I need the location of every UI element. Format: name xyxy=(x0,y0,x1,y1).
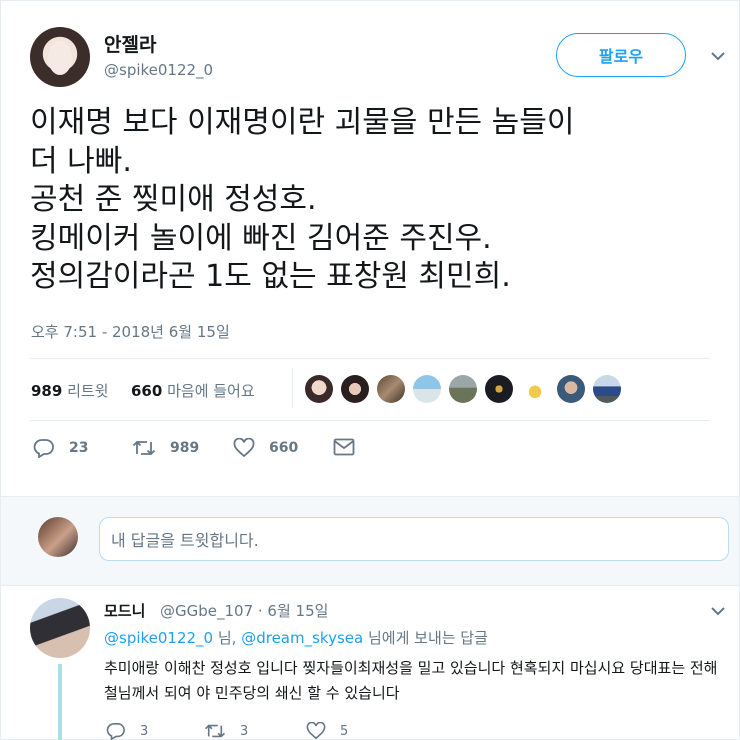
liker-avatar[interactable] xyxy=(341,375,369,403)
author-handle[interactable]: @spike0122_0 xyxy=(104,61,213,79)
divider xyxy=(30,358,710,359)
reply-count: 23 xyxy=(69,440,89,456)
reply-like-count: 5 xyxy=(340,723,349,739)
stats-separator xyxy=(292,368,293,408)
retweet-icon xyxy=(132,440,156,456)
liker-avatar[interactable] xyxy=(557,375,585,403)
liker-avatar[interactable] xyxy=(521,375,549,403)
reply-button[interactable]: 23 xyxy=(33,438,88,458)
retweets-stat[interactable]: 989 리트윗 xyxy=(31,380,109,401)
reply-like-button[interactable]: 5 xyxy=(306,722,348,740)
reply-reply-button[interactable]: 3 xyxy=(106,722,148,740)
reply-icon xyxy=(33,439,54,458)
envelope-icon xyxy=(333,438,355,456)
heart-icon xyxy=(306,722,326,740)
likes-count: 660 xyxy=(131,382,163,400)
retweet-count: 989 xyxy=(170,440,200,456)
like-count: 660 xyxy=(269,440,299,456)
reply-text: 추미애랑 이해찬 정성호 입니다 찢자들이최재성을 밀고 있습니다 현혹되지 마… xyxy=(104,659,718,702)
author-avatar[interactable] xyxy=(30,27,90,87)
retweets-label: 리트윗 xyxy=(67,382,109,400)
retweet-icon xyxy=(204,724,226,738)
liker-avatar[interactable] xyxy=(485,375,513,403)
liker-avatar[interactable] xyxy=(593,375,621,403)
reply-to-user-link[interactable]: @spike0122_0 xyxy=(104,629,213,647)
liker-avatar[interactable] xyxy=(377,375,405,403)
liker-avatar[interactable] xyxy=(449,375,477,403)
reply-retweet-button[interactable]: 3 xyxy=(204,722,248,740)
tweet-timestamp[interactable]: 오후 7:51 - 2018년 6월 15일 xyxy=(31,321,230,342)
tweet-text: 이재명 보다 이재명이란 괴물을 만든 놈들이 더 나빠. 공천 준 찢미애 정… xyxy=(30,105,575,294)
reply-author-meta[interactable]: @GGbe_107 · 6월 15일 xyxy=(160,600,328,621)
liker-avatar[interactable] xyxy=(413,375,441,403)
reply-input[interactable]: 내 답글을 트윗합니다. xyxy=(99,517,729,561)
reply-author-name[interactable]: 모드니 xyxy=(104,600,145,621)
follow-button[interactable]: 팔로우 xyxy=(556,33,686,77)
thread-line xyxy=(58,664,62,740)
like-button[interactable]: 660 xyxy=(233,438,298,458)
reply-context: @spike0122_0 님, @dream_skysea 님에게 보내는 답글 xyxy=(104,627,488,648)
reply-to-separator: 님, xyxy=(213,629,242,647)
reply-author-avatar[interactable] xyxy=(30,598,90,658)
likes-stat[interactable]: 660 마음에 들어요 xyxy=(131,380,255,401)
chevron-down-icon[interactable] xyxy=(710,50,726,62)
current-user-avatar[interactable] xyxy=(38,517,78,557)
divider xyxy=(30,420,710,421)
reply-icon xyxy=(106,722,125,740)
heart-icon xyxy=(233,438,255,458)
author-display-name[interactable]: 안젤라 xyxy=(104,30,156,57)
reply-reply-count: 3 xyxy=(140,723,149,739)
reply-to-user-link[interactable]: @dream_skysea xyxy=(241,629,363,647)
direct-message-button[interactable] xyxy=(333,438,355,456)
reply-to-suffix: 님에게 보내는 답글 xyxy=(363,629,488,647)
retweets-count: 989 xyxy=(31,382,63,400)
retweet-button[interactable]: 989 xyxy=(132,438,199,458)
chevron-down-icon[interactable] xyxy=(710,605,726,617)
likes-label: 마음에 들어요 xyxy=(167,382,255,400)
reply-retweet-count: 3 xyxy=(240,723,249,739)
liker-avatar[interactable] xyxy=(305,375,333,403)
